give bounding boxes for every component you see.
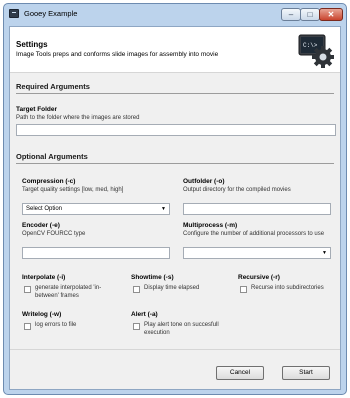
header-panel: Settings Image Tools preps and conforms … [10, 27, 340, 73]
writelog-help: log errors to file [35, 322, 77, 328]
interpolate-help: generate interpolated 'in-between' frame… [35, 285, 102, 299]
optional-section-title: Optional Arguments [16, 152, 88, 161]
chevron-down-icon: ▼ [322, 250, 327, 256]
compression-help: Target quality settings [low, med, high] [22, 187, 124, 193]
alert-label: Alert (-a) [131, 311, 158, 318]
target-folder-label: Target Folder [16, 106, 58, 113]
alert-checkbox[interactable] [133, 323, 140, 330]
showtime-checkbox[interactable] [133, 286, 140, 293]
outfolder-help: Output directory for the compiled movies [183, 187, 291, 193]
multiprocess-help: Configure the number of additional proce… [183, 231, 325, 237]
writelog-label: Writelog (-w) [22, 311, 62, 318]
target-folder-input[interactable] [16, 124, 336, 136]
encoder-help: OpenCV FOURCC type [22, 231, 86, 237]
outfolder-input[interactable] [183, 203, 331, 215]
encoder-label: Encoder (-e) [22, 222, 60, 229]
writelog-checkbox[interactable] [24, 323, 31, 330]
close-button[interactable]: ✕ [319, 8, 343, 21]
showtime-help: Display time elapsed [144, 285, 200, 291]
showtime-label: Showtime (-s) [131, 274, 174, 281]
multiprocess-label: Multiprocess (-m) [183, 222, 238, 229]
page-title: Settings [16, 40, 48, 49]
recursive-checkbox[interactable] [240, 286, 247, 293]
target-folder-help: Path to the folder where the images are … [16, 115, 140, 121]
maximize-button[interactable]: □ [300, 8, 320, 21]
client-area: Settings Image Tools preps and conforms … [9, 26, 341, 390]
footer-bar: Cancel Start [10, 349, 340, 389]
app-icon [9, 9, 19, 18]
required-section-title: Required Arguments [16, 82, 90, 91]
alert-help: Play alert tone on succesfull execution [144, 322, 219, 336]
terminal-gear-icon: C:\> [298, 34, 334, 68]
title-bar[interactable]: Gooey Example – □ ✕ [4, 4, 346, 24]
cancel-button[interactable]: Cancel [216, 366, 264, 380]
minimize-button[interactable]: – [281, 8, 301, 21]
section-divider [16, 163, 334, 164]
chevron-down-icon: ▼ [161, 206, 166, 212]
interpolate-label: Interpolate (-i) [22, 274, 66, 281]
encoder-input[interactable] [22, 247, 170, 259]
start-button[interactable]: Start [282, 366, 330, 380]
recursive-label: Recursive (-r) [238, 274, 280, 281]
compression-label: Compression (-c) [22, 178, 76, 185]
section-divider [16, 93, 334, 94]
recursive-help: Recurse into subdirectories [251, 285, 324, 291]
page-subtitle: Image Tools preps and conforms slide ima… [16, 51, 219, 58]
app-window: Gooey Example – □ ✕ Settings Image Tools… [3, 3, 347, 395]
outfolder-label: Outfolder (-o) [183, 178, 225, 185]
multiprocess-select[interactable]: ▼ [183, 247, 331, 259]
compression-select[interactable]: Select Option ▼ [22, 203, 170, 215]
window-title: Gooey Example [24, 9, 78, 18]
compression-selected-value: Select Option [26, 206, 63, 212]
interpolate-checkbox[interactable] [24, 286, 31, 293]
logo-text: C:\> [303, 42, 318, 49]
